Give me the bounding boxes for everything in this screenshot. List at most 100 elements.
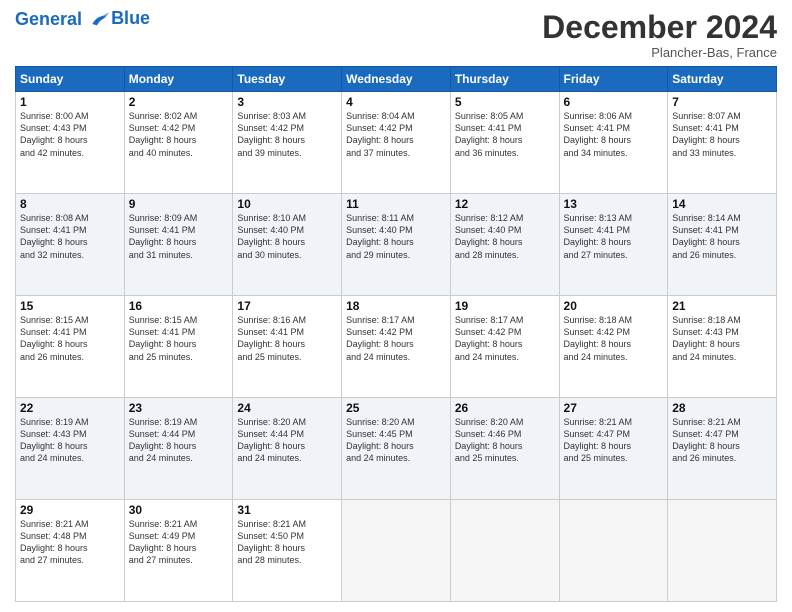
table-row: 17Sunrise: 8:16 AM Sunset: 4:41 PM Dayli…: [233, 296, 342, 398]
table-row: 14Sunrise: 8:14 AM Sunset: 4:41 PM Dayli…: [668, 194, 777, 296]
table-row: 6Sunrise: 8:06 AM Sunset: 4:41 PM Daylig…: [559, 92, 668, 194]
logo-blue: Blue: [111, 9, 150, 29]
cell-info: Sunrise: 8:21 AM Sunset: 4:47 PM Dayligh…: [672, 416, 772, 465]
day-number: 27: [564, 401, 664, 415]
day-number: 17: [237, 299, 337, 313]
table-row: 25Sunrise: 8:20 AM Sunset: 4:45 PM Dayli…: [342, 398, 451, 500]
day-number: 23: [129, 401, 229, 415]
cell-info: Sunrise: 8:20 AM Sunset: 4:46 PM Dayligh…: [455, 416, 555, 465]
cell-info: Sunrise: 8:16 AM Sunset: 4:41 PM Dayligh…: [237, 314, 337, 363]
day-number: 31: [237, 503, 337, 517]
day-number: 8: [20, 197, 120, 211]
day-number: 14: [672, 197, 772, 211]
cell-info: Sunrise: 8:18 AM Sunset: 4:43 PM Dayligh…: [672, 314, 772, 363]
day-number: 21: [672, 299, 772, 313]
day-number: 24: [237, 401, 337, 415]
day-number: 11: [346, 197, 446, 211]
table-row: 31Sunrise: 8:21 AM Sunset: 4:50 PM Dayli…: [233, 500, 342, 602]
day-number: 1: [20, 95, 120, 109]
day-number: 19: [455, 299, 555, 313]
day-number: 10: [237, 197, 337, 211]
day-number: 3: [237, 95, 337, 109]
cell-info: Sunrise: 8:20 AM Sunset: 4:45 PM Dayligh…: [346, 416, 446, 465]
cell-info: Sunrise: 8:21 AM Sunset: 4:49 PM Dayligh…: [129, 518, 229, 567]
page: General Blue December 2024 Plancher-Bas,…: [0, 0, 792, 612]
day-number: 22: [20, 401, 120, 415]
day-number: 2: [129, 95, 229, 109]
cell-info: Sunrise: 8:19 AM Sunset: 4:44 PM Dayligh…: [129, 416, 229, 465]
table-row: 24Sunrise: 8:20 AM Sunset: 4:44 PM Dayli…: [233, 398, 342, 500]
table-row: 12Sunrise: 8:12 AM Sunset: 4:40 PM Dayli…: [450, 194, 559, 296]
table-row: [668, 500, 777, 602]
day-number: 16: [129, 299, 229, 313]
calendar-header-row: Sunday Monday Tuesday Wednesday Thursday…: [16, 67, 777, 92]
cell-info: Sunrise: 8:20 AM Sunset: 4:44 PM Dayligh…: [237, 416, 337, 465]
table-row: 19Sunrise: 8:17 AM Sunset: 4:42 PM Dayli…: [450, 296, 559, 398]
table-row: 8Sunrise: 8:08 AM Sunset: 4:41 PM Daylig…: [16, 194, 125, 296]
day-number: 26: [455, 401, 555, 415]
logo-general: General: [15, 9, 82, 29]
table-row: 3Sunrise: 8:03 AM Sunset: 4:42 PM Daylig…: [233, 92, 342, 194]
cell-info: Sunrise: 8:06 AM Sunset: 4:41 PM Dayligh…: [564, 110, 664, 159]
table-row: [342, 500, 451, 602]
cell-info: Sunrise: 8:21 AM Sunset: 4:48 PM Dayligh…: [20, 518, 120, 567]
table-row: 29Sunrise: 8:21 AM Sunset: 4:48 PM Dayli…: [16, 500, 125, 602]
table-row: 2Sunrise: 8:02 AM Sunset: 4:42 PM Daylig…: [124, 92, 233, 194]
table-row: 21Sunrise: 8:18 AM Sunset: 4:43 PM Dayli…: [668, 296, 777, 398]
col-saturday: Saturday: [668, 67, 777, 92]
cell-info: Sunrise: 8:10 AM Sunset: 4:40 PM Dayligh…: [237, 212, 337, 261]
day-number: 12: [455, 197, 555, 211]
cell-info: Sunrise: 8:09 AM Sunset: 4:41 PM Dayligh…: [129, 212, 229, 261]
col-sunday: Sunday: [16, 67, 125, 92]
cell-info: Sunrise: 8:17 AM Sunset: 4:42 PM Dayligh…: [455, 314, 555, 363]
title-area: December 2024 Plancher-Bas, France: [542, 10, 777, 60]
cell-info: Sunrise: 8:07 AM Sunset: 4:41 PM Dayligh…: [672, 110, 772, 159]
col-wednesday: Wednesday: [342, 67, 451, 92]
logo-bird-icon: [89, 10, 109, 30]
header: General Blue December 2024 Plancher-Bas,…: [15, 10, 777, 60]
cell-info: Sunrise: 8:02 AM Sunset: 4:42 PM Dayligh…: [129, 110, 229, 159]
calendar-table: Sunday Monday Tuesday Wednesday Thursday…: [15, 66, 777, 602]
table-row: 11Sunrise: 8:11 AM Sunset: 4:40 PM Dayli…: [342, 194, 451, 296]
table-row: 16Sunrise: 8:15 AM Sunset: 4:41 PM Dayli…: [124, 296, 233, 398]
table-row: 1Sunrise: 8:00 AM Sunset: 4:43 PM Daylig…: [16, 92, 125, 194]
table-row: 26Sunrise: 8:20 AM Sunset: 4:46 PM Dayli…: [450, 398, 559, 500]
table-row: 9Sunrise: 8:09 AM Sunset: 4:41 PM Daylig…: [124, 194, 233, 296]
calendar-week-row: 29Sunrise: 8:21 AM Sunset: 4:48 PM Dayli…: [16, 500, 777, 602]
cell-info: Sunrise: 8:21 AM Sunset: 4:47 PM Dayligh…: [564, 416, 664, 465]
location-subtitle: Plancher-Bas, France: [542, 45, 777, 60]
cell-info: Sunrise: 8:17 AM Sunset: 4:42 PM Dayligh…: [346, 314, 446, 363]
table-row: 23Sunrise: 8:19 AM Sunset: 4:44 PM Dayli…: [124, 398, 233, 500]
table-row: 15Sunrise: 8:15 AM Sunset: 4:41 PM Dayli…: [16, 296, 125, 398]
day-number: 29: [20, 503, 120, 517]
cell-info: Sunrise: 8:12 AM Sunset: 4:40 PM Dayligh…: [455, 212, 555, 261]
day-number: 20: [564, 299, 664, 313]
day-number: 25: [346, 401, 446, 415]
table-row: 28Sunrise: 8:21 AM Sunset: 4:47 PM Dayli…: [668, 398, 777, 500]
day-number: 6: [564, 95, 664, 109]
cell-info: Sunrise: 8:15 AM Sunset: 4:41 PM Dayligh…: [20, 314, 120, 363]
cell-info: Sunrise: 8:05 AM Sunset: 4:41 PM Dayligh…: [455, 110, 555, 159]
col-thursday: Thursday: [450, 67, 559, 92]
calendar-week-row: 1Sunrise: 8:00 AM Sunset: 4:43 PM Daylig…: [16, 92, 777, 194]
day-number: 18: [346, 299, 446, 313]
cell-info: Sunrise: 8:21 AM Sunset: 4:50 PM Dayligh…: [237, 518, 337, 567]
table-row: 13Sunrise: 8:13 AM Sunset: 4:41 PM Dayli…: [559, 194, 668, 296]
day-number: 15: [20, 299, 120, 313]
col-friday: Friday: [559, 67, 668, 92]
col-tuesday: Tuesday: [233, 67, 342, 92]
table-row: [450, 500, 559, 602]
day-number: 28: [672, 401, 772, 415]
table-row: 30Sunrise: 8:21 AM Sunset: 4:49 PM Dayli…: [124, 500, 233, 602]
logo: General Blue: [15, 10, 150, 30]
cell-info: Sunrise: 8:03 AM Sunset: 4:42 PM Dayligh…: [237, 110, 337, 159]
col-monday: Monday: [124, 67, 233, 92]
calendar-week-row: 8Sunrise: 8:08 AM Sunset: 4:41 PM Daylig…: [16, 194, 777, 296]
table-row: 27Sunrise: 8:21 AM Sunset: 4:47 PM Dayli…: [559, 398, 668, 500]
table-row: 10Sunrise: 8:10 AM Sunset: 4:40 PM Dayli…: [233, 194, 342, 296]
table-row: 5Sunrise: 8:05 AM Sunset: 4:41 PM Daylig…: [450, 92, 559, 194]
table-row: [559, 500, 668, 602]
day-number: 5: [455, 95, 555, 109]
day-number: 9: [129, 197, 229, 211]
day-number: 4: [346, 95, 446, 109]
